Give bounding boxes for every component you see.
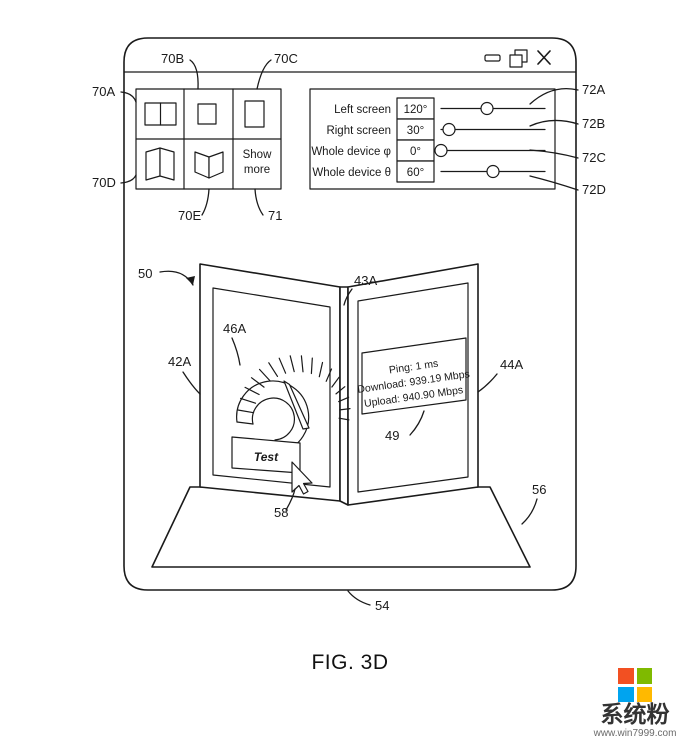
slider-knob-whole-device-phi[interactable] — [434, 143, 448, 158]
ref-56: 56 — [532, 482, 546, 497]
slider-knob-right-screen[interactable] — [442, 122, 456, 137]
minimize-button[interactable] — [484, 54, 501, 62]
watermark-url: www.win7999.com — [593, 728, 677, 739]
slider-knob-left-screen[interactable] — [480, 101, 494, 116]
ref-70E: 70E — [178, 208, 201, 223]
figure-caption: FIG. 3D — [311, 651, 388, 674]
slider-label-whole-device-theta: Whole device θ — [312, 167, 391, 179]
slider-label-left-screen: Left screen — [334, 104, 391, 116]
single-pane-tall-icon — [244, 100, 265, 128]
slider-value-whole-device-phi: 0° — [410, 146, 421, 158]
ref-58: 58 — [274, 505, 288, 520]
ref-44A: 44A — [500, 357, 523, 372]
logo-square-bottom-right — [636, 686, 652, 702]
ref-72C: 72C — [582, 150, 606, 165]
ref-42A: 42A — [168, 354, 191, 369]
device-illustration: 46A Test 58 Ping: 1 ms Download: 939.19 … — [138, 263, 546, 613]
slider-value-right-screen: 30° — [407, 125, 424, 137]
ref-70B: 70B — [161, 51, 184, 66]
posture-panel: Show more 70A 70D 70B 70C 70E 71 — [92, 51, 298, 223]
ref-46A: 46A — [223, 321, 246, 336]
posture-tent[interactable] — [145, 147, 175, 181]
logo-square-top-right — [636, 668, 652, 684]
slider-label-right-screen: Right screen — [326, 125, 391, 137]
test-button-label: Test — [254, 450, 279, 464]
device-hinge — [339, 286, 349, 506]
show-more-label-line2: more — [244, 164, 270, 176]
ref-70C: 70C — [274, 51, 298, 66]
restore-button[interactable] — [509, 49, 528, 68]
close-button[interactable] — [537, 50, 551, 65]
patent-figure: Show more 70A 70D 70B 70C 70E 71 Left sc… — [92, 37, 606, 674]
logo-square-bottom-left — [618, 686, 634, 702]
posture-single-screen-left[interactable] — [197, 103, 217, 125]
folded-tent-icon — [145, 147, 161, 181]
posture-single-screen-right[interactable] — [244, 100, 265, 128]
slider-panel: Left screen 120° Right screen 30° Whole … — [309, 82, 606, 197]
logo-square-top-left — [618, 668, 634, 684]
ref-70D: 70D — [92, 175, 116, 190]
ref-50: 50 — [138, 266, 152, 281]
test-button[interactable]: Test — [231, 436, 301, 474]
ref-54: 54 — [375, 598, 389, 613]
slider-value-whole-device-theta: 60° — [407, 167, 424, 179]
show-more-label-line1: Show — [243, 149, 272, 161]
ref-71: 71 — [268, 208, 282, 223]
watermark-brand: 系统粉 — [600, 702, 670, 728]
ref-70A: 70A — [92, 84, 115, 99]
watermark: 系统粉 www.win7999.com — [576, 668, 694, 739]
ref-72B: 72B — [582, 116, 605, 131]
slider-label-whole-device-phi: Whole device φ — [311, 146, 391, 158]
posture-dual-screen[interactable] — [144, 102, 177, 126]
ref-43A: 43A — [354, 273, 377, 288]
ref-72D: 72D — [582, 182, 606, 197]
microsoft-logo-icon — [618, 668, 652, 702]
slider-knob-whole-device-theta[interactable] — [486, 164, 500, 179]
ref-49: 49 — [385, 428, 399, 443]
slider-value-left-screen: 120° — [404, 104, 428, 116]
ref-72A: 72A — [582, 82, 605, 97]
single-pane-small-icon — [197, 103, 217, 125]
